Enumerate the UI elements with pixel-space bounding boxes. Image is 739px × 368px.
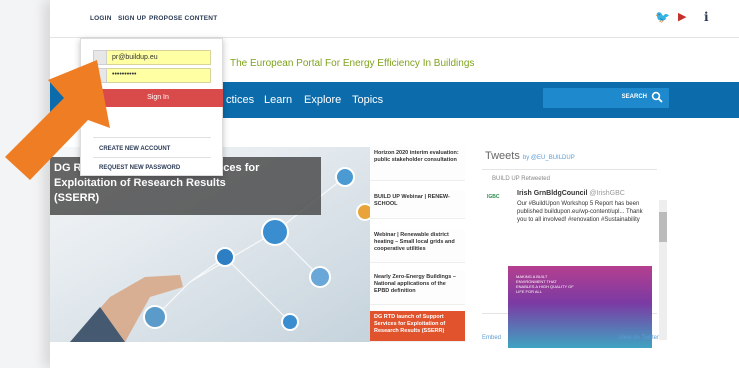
news-item[interactable]: Nearly Zero-Energy Buildings – National …	[370, 271, 465, 305]
news-list: Horizon 2020 interim evaluation: public …	[370, 147, 465, 342]
retweet-label: BUILD UP Retweeted	[492, 176, 550, 182]
igbc-avatar: IGBC	[487, 194, 500, 200]
page: LOGIN SIGN UP PROPOSE CONTENT 🐦 ▶ i The …	[50, 0, 739, 368]
signup-link[interactable]: SIGN UP	[118, 15, 146, 22]
nav-item-learn[interactable]: Learn	[264, 94, 292, 106]
site-tagline: The European Portal For Energy Efficienc…	[230, 58, 475, 69]
login-link[interactable]: LOGIN	[90, 15, 112, 22]
tweets-title: Tweets	[485, 150, 520, 162]
news-item-active[interactable]: DG RTD launch of Support Services for Ex…	[370, 311, 465, 342]
twitter-widget: Tweets by @EU_BUILDUP BUILD UP Retweeted…	[482, 147, 667, 348]
embed-link[interactable]: Embed	[482, 335, 501, 341]
author-handle: @IrishGBC	[589, 190, 625, 197]
tweets-header: Tweets by @EU_BUILDUP	[485, 150, 575, 162]
news-item[interactable]: Horizon 2020 interim evaluation: public …	[370, 147, 465, 181]
orange-arrow-icon	[5, 60, 110, 180]
tweet-author[interactable]: Irish GrnBldgCouncil @IrishGBC	[517, 190, 625, 197]
twitter-icon[interactable]: 🐦	[655, 10, 670, 24]
tweet-image-text: MAKING A BUILT ENVIRONMENT THAT ENABLES …	[516, 274, 574, 294]
view-on-twitter-link[interactable]: View on Twitter	[619, 335, 659, 341]
nav-item-practices[interactable]: ctices	[226, 94, 254, 106]
news-item[interactable]: Webinar | Renewable district heating – S…	[370, 229, 465, 263]
tweets-by[interactable]: by @EU_BUILDUP	[523, 155, 575, 161]
screenshot: LOGIN SIGN UP PROPOSE CONTENT 🐦 ▶ i The …	[0, 0, 739, 368]
news-item[interactable]: BUILD UP Webinar | RENEW-SCHOOL	[370, 191, 465, 219]
scrollbar-thumb[interactable]	[659, 212, 667, 242]
top-bar: LOGIN SIGN UP PROPOSE CONTENT 🐦 ▶ i	[50, 0, 739, 38]
info-icon[interactable]: i	[704, 10, 709, 24]
search-button[interactable]: SEARCH	[543, 88, 669, 108]
search-icon	[651, 91, 663, 103]
tweet-scrollbar[interactable]	[659, 200, 667, 340]
search-label: SEARCH	[621, 94, 647, 100]
propose-content-link[interactable]: PROPOSE CONTENT	[149, 15, 217, 22]
tweet-card[interactable]: BUILD UP Retweeted IGBC Irish GrnBldgCou…	[482, 169, 667, 348]
author-name: Irish GrnBldgCouncil	[517, 190, 588, 197]
nav-item-topics[interactable]: Topics	[352, 94, 383, 106]
tweet-text: Our #BuildUpon Workshop 5 Report has bee…	[517, 201, 643, 223]
nav-item-explore[interactable]: Explore	[304, 94, 341, 106]
youtube-icon[interactable]: ▶	[678, 10, 686, 23]
